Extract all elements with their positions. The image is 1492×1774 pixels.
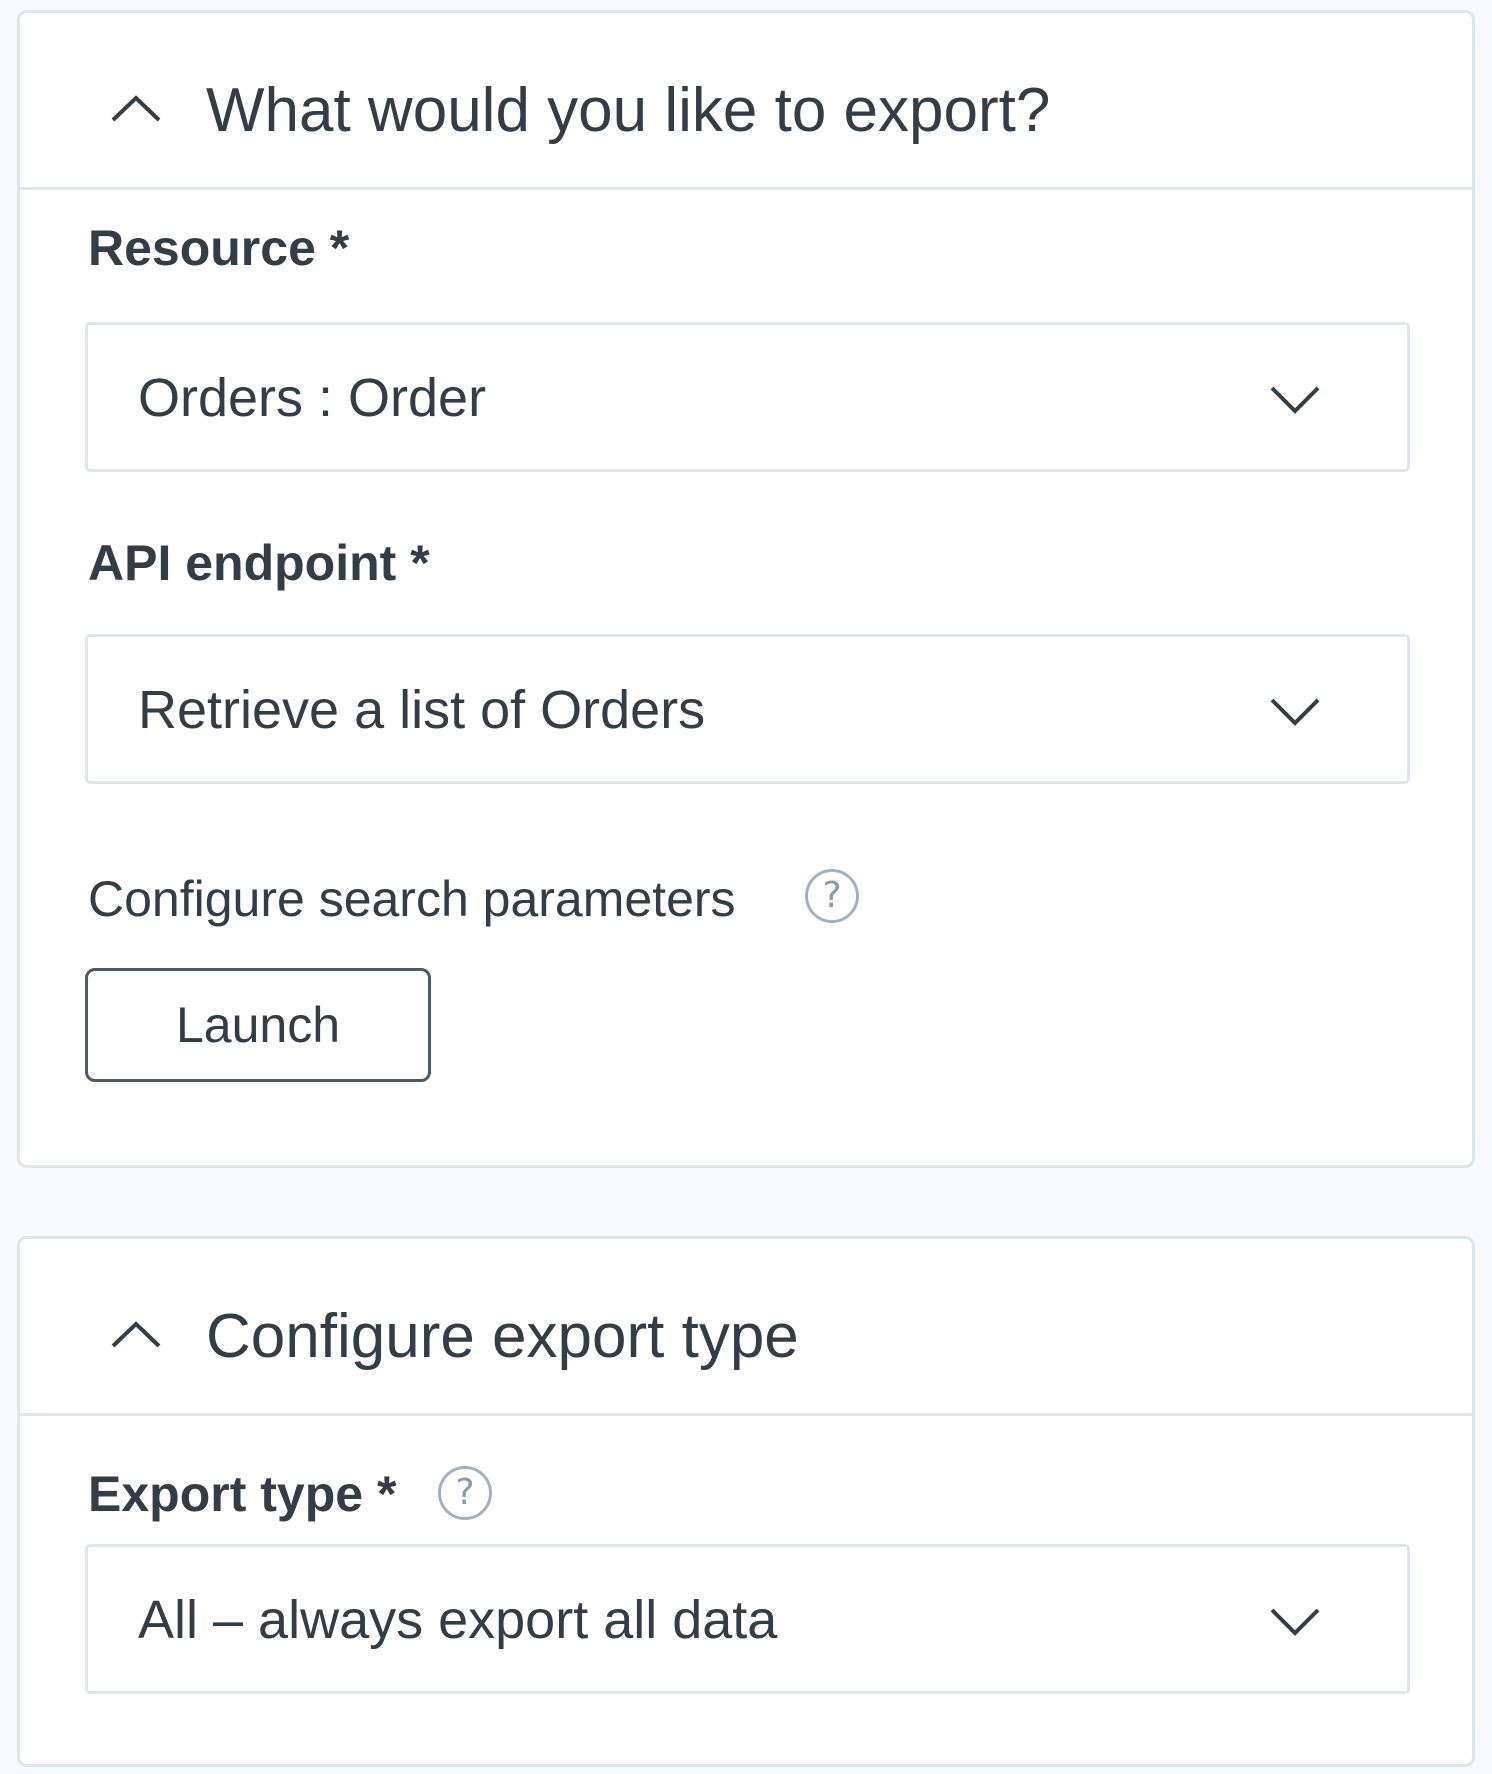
chevron-down-icon bbox=[1270, 386, 1320, 414]
launch-button[interactable]: Launch bbox=[85, 968, 431, 1082]
export-panel-header[interactable]: What would you like to export? bbox=[20, 13, 1472, 190]
api-endpoint-label: API endpoint * bbox=[88, 535, 430, 591]
chevron-up-icon[interactable] bbox=[110, 93, 162, 123]
export-type-panel-header[interactable]: Configure export type bbox=[20, 1239, 1472, 1416]
export-panel: What would you like to export? Resource … bbox=[17, 10, 1475, 1168]
resource-label: Resource * bbox=[88, 220, 350, 276]
export-type-select[interactable]: All – always export all data bbox=[85, 1544, 1410, 1694]
help-icon[interactable]: ? bbox=[438, 1466, 492, 1520]
export-type-label: Export type * bbox=[88, 1466, 397, 1522]
api-endpoint-select-value: Retrieve a list of Orders bbox=[138, 680, 706, 740]
help-icon[interactable]: ? bbox=[805, 869, 859, 923]
search-parameters-label: Configure search parameters bbox=[88, 871, 736, 927]
export-type-panel-title: Configure export type bbox=[206, 1302, 799, 1371]
chevron-down-icon bbox=[1270, 1608, 1320, 1636]
export-type-panel: Configure export type Export type * ? Al… bbox=[17, 1236, 1475, 1767]
export-type-select-value: All – always export all data bbox=[138, 1590, 778, 1650]
chevron-down-icon bbox=[1270, 698, 1320, 726]
api-endpoint-select[interactable]: Retrieve a list of Orders bbox=[85, 634, 1410, 784]
resource-select[interactable]: Orders : Order bbox=[85, 322, 1410, 472]
export-panel-title: What would you like to export? bbox=[206, 76, 1051, 145]
chevron-up-icon[interactable] bbox=[110, 1319, 162, 1349]
resource-select-value: Orders : Order bbox=[138, 368, 487, 428]
